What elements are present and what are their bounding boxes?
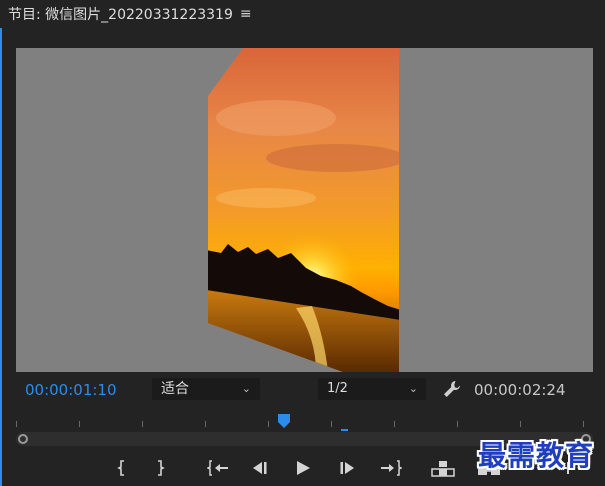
ruler-tick [331,421,332,427]
ruler-tick [583,421,584,427]
ruler-tick [205,421,206,427]
ruler-tick [142,421,143,427]
step-back-icon[interactable] [250,458,268,478]
scrollbar-left-handle[interactable] [18,434,28,444]
chevron-down-icon: ⌄ [408,382,418,395]
in-point-marker [341,429,348,431]
mark-in-icon[interactable] [116,458,128,478]
ruler-tick [79,421,80,427]
mark-out-icon[interactable] [154,458,166,478]
ruler-tick [268,421,269,427]
panel-header: 节目: 微信图片_20220331223319 ≡ [0,0,605,28]
panel-focus-indicator [0,28,2,486]
chevron-down-icon: ⌄ [241,382,251,395]
fit-zoom-select[interactable]: 适合 ⌄ [152,378,260,400]
program-monitor-viewer[interactable] [16,48,593,372]
step-forward-icon[interactable] [339,458,357,478]
viewer-controls-row: 00:00:01:10 适合 ⌄ 1/2 ⌄ 00:00:02:24 [0,375,605,403]
panel-title: 节目: 微信图片_20220331223319 [8,7,233,23]
playhead-icon[interactable] [277,414,291,428]
wrench-icon[interactable] [441,378,463,400]
ruler-tick [520,421,521,427]
sunset-image [208,48,399,372]
watermark-logo: 最需教育 [478,439,595,472]
go-to-in-icon[interactable] [207,458,229,478]
fit-zoom-value: 适合 [161,381,189,397]
playback-resolution-value: 1/2 [327,381,348,396]
ruler-tick [394,421,395,427]
play-icon[interactable] [294,458,312,478]
go-to-out-icon[interactable] [380,458,402,478]
current-timecode[interactable]: 00:00:01:10 [25,381,117,399]
hamburger-menu-icon[interactable]: ≡ [240,6,252,22]
duration-timecode: 00:00:02:24 [474,381,566,399]
ruler-tick [457,421,458,427]
time-ruler[interactable] [16,412,593,432]
ruler-tick [16,421,17,427]
lift-icon[interactable] [431,458,455,478]
playback-resolution-select[interactable]: 1/2 ⌄ [318,378,426,400]
